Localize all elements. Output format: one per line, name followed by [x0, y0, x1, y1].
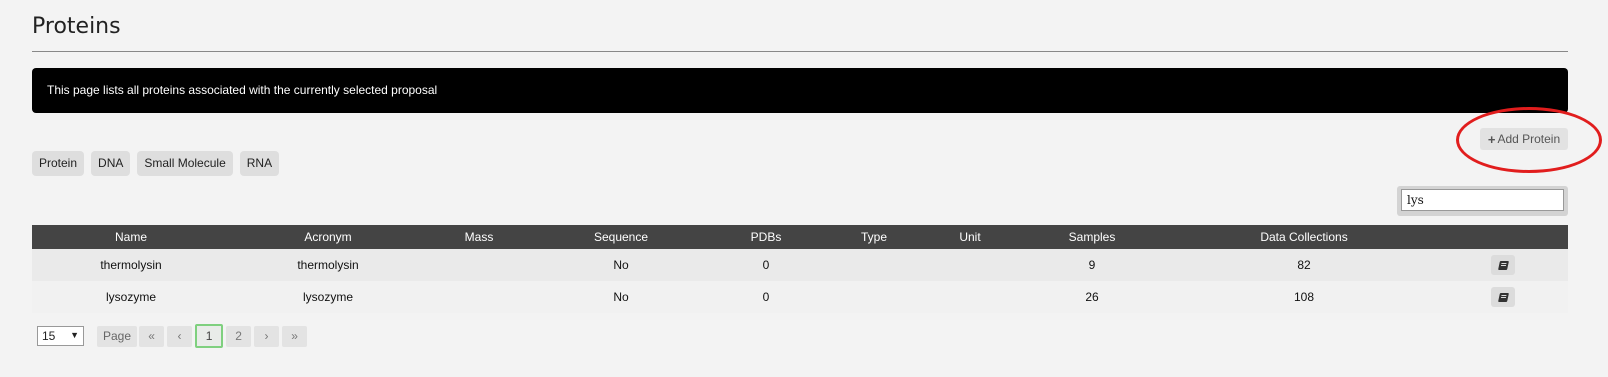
book-icon	[1497, 260, 1509, 270]
prev-page-button[interactable]: ‹	[167, 325, 193, 347]
page-title: Proteins	[32, 14, 121, 39]
cell-actions	[1438, 249, 1568, 281]
column-header-unit[interactable]: Unit	[926, 225, 1014, 249]
column-header-pdbs[interactable]: PDBs	[710, 225, 822, 249]
view-protein-button[interactable]	[1491, 287, 1515, 307]
cell-pdbs: 0	[762, 290, 770, 304]
add-protein-button[interactable]: + Add Protein	[1480, 128, 1568, 150]
page-label: Page	[97, 325, 138, 347]
column-header-data-collections[interactable]: Data Collections	[1170, 225, 1438, 249]
cell-actions	[1438, 281, 1568, 313]
column-header-acronym[interactable]: Acronym	[230, 225, 426, 249]
page-button-2[interactable]: 2	[226, 325, 252, 347]
next-page-button[interactable]: ›	[254, 325, 280, 347]
per-page-value: 15	[42, 329, 56, 343]
view-protein-button[interactable]	[1491, 255, 1515, 275]
table-row[interactable]: lysozyme lysozyme No 0 26 108	[32, 281, 1568, 313]
cell-pdbs: 0	[762, 258, 770, 272]
cell-sequence: No	[613, 290, 629, 304]
cell-name: thermolysin	[100, 258, 162, 272]
cell-samples: 9	[1088, 258, 1096, 272]
tab-rna[interactable]: RNA	[239, 151, 280, 176]
search-box	[1397, 186, 1568, 216]
cell-data-collections: 82	[1297, 258, 1311, 272]
cell-acronym: thermolysin	[297, 258, 359, 272]
proteins-table: Name Acronym Mass Sequence PDBs Type Uni…	[32, 225, 1568, 313]
search-input[interactable]	[1401, 189, 1564, 211]
table-row[interactable]: thermolysin thermolysin No 0 9 82	[32, 249, 1568, 281]
caret-down-icon: ▼	[70, 330, 79, 340]
molecule-type-tabs: Protein DNA Small Molecule RNA	[32, 151, 280, 176]
tab-dna[interactable]: DNA	[91, 151, 131, 176]
last-page-button[interactable]: »	[282, 325, 308, 347]
table-header-row: Name Acronym Mass Sequence PDBs Type Uni…	[32, 225, 1568, 249]
column-header-mass[interactable]: Mass	[426, 225, 532, 249]
plus-icon: +	[1487, 131, 1496, 147]
cell-type	[822, 281, 926, 313]
per-page-select[interactable]: 15 ▼	[37, 326, 84, 346]
tab-small-molecule[interactable]: Small Molecule	[137, 151, 233, 176]
column-header-sequence[interactable]: Sequence	[532, 225, 710, 249]
first-page-button[interactable]: «	[139, 325, 165, 347]
column-header-name[interactable]: Name	[32, 225, 230, 249]
page-button-1[interactable]: 1	[195, 324, 224, 348]
cell-mass	[426, 281, 532, 313]
title-divider	[32, 51, 1568, 52]
pagination: 15 ▼ Page « ‹ 1 2 › »	[37, 324, 310, 348]
column-header-type[interactable]: Type	[822, 225, 926, 249]
cell-mass	[426, 249, 532, 281]
cell-unit	[926, 281, 1014, 313]
column-header-actions	[1438, 225, 1568, 249]
cell-data-collections: 108	[1293, 290, 1315, 304]
column-header-samples[interactable]: Samples	[1014, 225, 1170, 249]
add-protein-label: Add Protein	[1497, 132, 1561, 146]
cell-unit	[926, 249, 1014, 281]
cell-sequence: No	[613, 258, 629, 272]
cell-acronym: lysozyme	[302, 290, 353, 304]
cell-type	[822, 249, 926, 281]
cell-samples: 26	[1085, 290, 1099, 304]
book-icon	[1497, 292, 1509, 302]
info-banner: This page lists all proteins associated …	[32, 68, 1568, 113]
cell-name: lysozyme	[105, 290, 156, 304]
tab-protein[interactable]: Protein	[32, 151, 85, 176]
